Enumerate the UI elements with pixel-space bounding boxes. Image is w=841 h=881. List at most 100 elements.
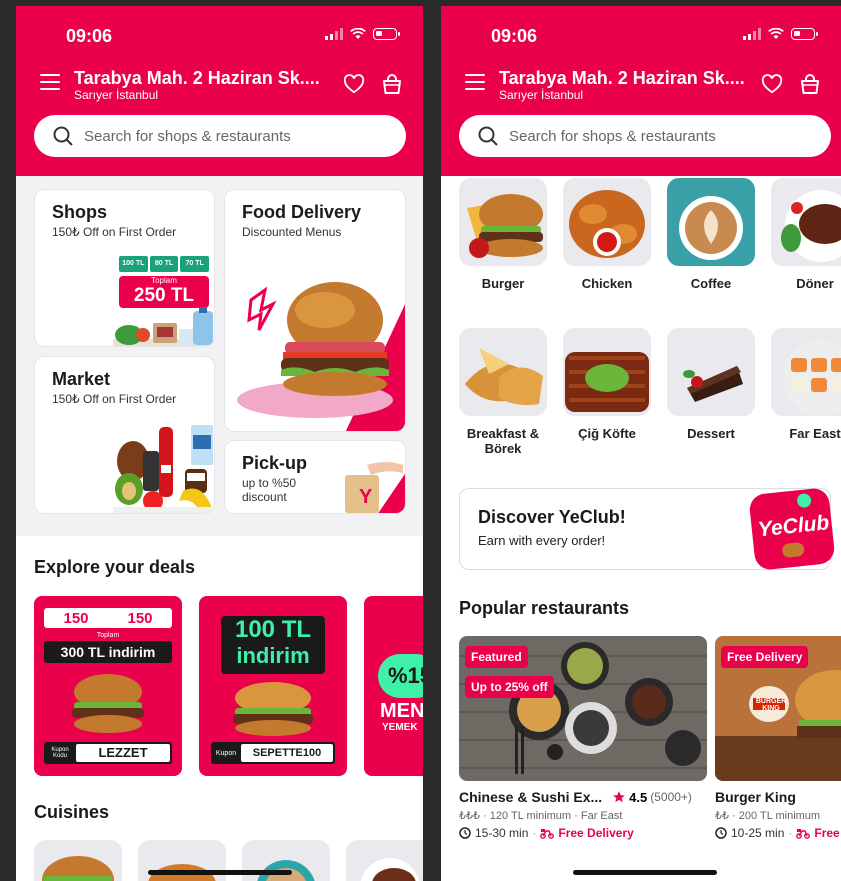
cuisine-thumb-burger-peek[interactable] [34, 840, 122, 881]
signal-icon [325, 28, 343, 40]
market-card[interactable]: Market 150₺ Off on First Order [34, 356, 215, 514]
burger-king-logo: BURGER KING [755, 698, 787, 712]
shops-subtitle: 150₺ Off on First Order [52, 225, 177, 239]
search-icon [478, 126, 498, 146]
address-subtitle[interactable]: Sarıyer İstanbul [499, 88, 583, 102]
deal-card-3[interactable]: %15 MEN YEMEK [364, 596, 423, 776]
cuisine-doner[interactable]: Döner [770, 178, 841, 291]
cuisine-label: Döner [796, 276, 834, 291]
bag-icon[interactable] [381, 73, 403, 95]
cuisine-label: Far East [789, 426, 841, 441]
wifi-icon [768, 28, 784, 39]
burger-image [467, 194, 543, 258]
free-delivery-badge: Free Delivery [721, 646, 809, 668]
search-bar[interactable] [34, 115, 406, 157]
pickup-card[interactable]: Pick-up up to %50 discount Y [224, 440, 406, 514]
yeclub-logo-burger [781, 541, 805, 559]
deal-1-coupon-label: Kupon Kodu [51, 747, 69, 759]
cuisine-coffee[interactable]: Coffee [666, 178, 756, 291]
cuisine-cig-kofte[interactable]: Çiğ Köfte [562, 328, 652, 441]
separator-dot: · [532, 826, 537, 840]
doner-thumb [771, 178, 841, 266]
battery-icon [791, 28, 818, 40]
menu-icon[interactable] [465, 74, 485, 90]
cuisine-label: Burger [481, 276, 525, 291]
deal-card-2[interactable]: 100 TL indirim Kupon SEPETTE100 [199, 596, 347, 776]
deal-2-headline-2: indirim [236, 643, 310, 668]
phone-screen-scrolled: Burger Chicken Coffee Döner Breakfast & … [441, 6, 841, 881]
cuisine-burger[interactable]: Burger [458, 178, 548, 291]
search-input[interactable] [509, 127, 799, 145]
deal-1-burger [72, 674, 144, 733]
deal-1-top-a: 150 [63, 609, 89, 627]
heart-icon[interactable] [761, 74, 783, 94]
pickup-subtitle-line1: up to %50 [242, 476, 297, 490]
cuisines-section-title: Cuisines [34, 802, 110, 822]
breakfast-thumb [459, 328, 547, 416]
cuisine-dessert[interactable]: Dessert [666, 328, 756, 441]
popular-section-title: Popular restaurants [459, 598, 630, 618]
pickup-bag-illustration: Y [345, 462, 405, 513]
burger-thumb [459, 178, 547, 266]
search-icon [53, 126, 73, 146]
market-title: Market [52, 369, 111, 389]
groceries-illustration [113, 307, 214, 346]
search-bar[interactable] [459, 115, 831, 157]
promo-tier-3: 70 TL [180, 256, 210, 272]
deal-1-code: LEZZET [76, 744, 170, 762]
restaurant-title-row: Chinese & Sushi Ex... 4.5 (5000+) [459, 789, 707, 805]
shops-card[interactable]: Shops 150₺ Off on First Order 100 TL 80 … [34, 189, 215, 347]
restaurant-card-burger-king[interactable]: BURGER KING Free Delivery Burger King ₺₺… [715, 636, 841, 840]
menu-icon[interactable] [40, 74, 60, 90]
yeclub-title: Discover YeClub! [478, 507, 626, 527]
restaurant-name: Burger King [715, 789, 796, 805]
promo-tier-2: 80 TL [149, 256, 179, 272]
yeclub-banner[interactable]: Discover YeClub! Earn with every order! … [459, 487, 836, 571]
status-time: 09:06 [491, 26, 538, 46]
featured-badge: Featured [465, 646, 528, 668]
deal-1-top-b: 150 [127, 609, 153, 627]
restaurant-meta: ₺₺ · 200 TL minimum [715, 810, 821, 822]
deal-2-headline-1: 100 TL [234, 616, 312, 643]
cuisine-thumb-doner-peek[interactable] [346, 840, 423, 881]
deal-1-total-label: Toplam [96, 632, 120, 639]
shops-title: Shops [52, 202, 108, 222]
cuisine-breakfast-borek[interactable]: Breakfast & Börek [458, 328, 548, 456]
star-icon [613, 791, 625, 803]
market-products-illustration [113, 425, 214, 513]
cuisine-chicken[interactable]: Chicken [562, 178, 652, 291]
cig-kofte-thumb [563, 328, 651, 416]
search-input[interactable] [84, 127, 374, 145]
coffee-image [667, 178, 755, 266]
signal-icon [743, 28, 761, 40]
restaurant-card-chinese-sushi[interactable]: Featured Up to 25% off Chinese & Sushi E… [459, 636, 707, 840]
deal-3-headline-3: YEMEK [382, 722, 418, 733]
cuisine-far-east[interactable]: Far East [770, 328, 841, 441]
food-delivery-title: Food Delivery [242, 202, 362, 222]
heart-icon[interactable] [343, 74, 365, 94]
cuisine-label: Chicken [581, 276, 633, 291]
deal-card-1[interactable]: 150 150 Toplam 300 TL indirim Kupon Kodu… [34, 596, 182, 776]
yeclub-subtitle: Earn with every order! [478, 533, 606, 548]
cuisine-label: Breakfast & Börek [466, 426, 540, 456]
deal-3-headline-2: MEN [380, 700, 423, 722]
restaurant-image: Featured Up to 25% off [459, 636, 707, 781]
deal-2-code: SEPETTE100 [241, 744, 333, 762]
scooter-icon [540, 829, 555, 839]
cig-kofte-image [565, 352, 649, 412]
bag-icon[interactable] [799, 73, 821, 95]
address-title[interactable]: Tarabya Mah. 2 Haziran Sk.... [74, 68, 320, 89]
status-icons [325, 28, 400, 40]
address-title[interactable]: Tarabya Mah. 2 Haziran Sk.... [499, 68, 745, 89]
home-indicator [573, 870, 717, 875]
yeclub-logo-dot [796, 492, 812, 509]
status-icons [743, 28, 818, 40]
chicken-image [569, 190, 645, 258]
free-delivery-label: Free Delivery [558, 826, 634, 840]
delivery-time: 10-25 min [731, 826, 785, 840]
yeclub-logo: YeClub [748, 487, 836, 571]
address-subtitle[interactable]: Sarıyer İstanbul [74, 88, 158, 102]
cuisine-label: Coffee [690, 276, 732, 291]
food-delivery-card[interactable]: Food Delivery Discounted Menus [224, 189, 406, 432]
deal-2-coupon: Kupon SEPETTE100 [211, 742, 335, 764]
